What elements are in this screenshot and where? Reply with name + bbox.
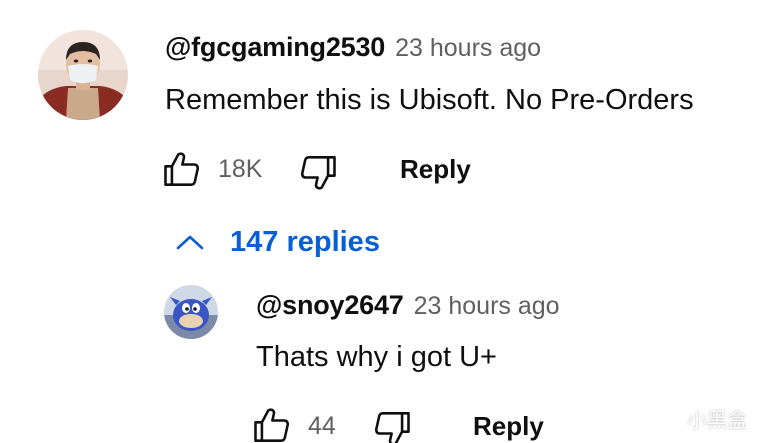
chevron-up-icon xyxy=(176,235,204,249)
reply-like-button[interactable] xyxy=(250,404,294,443)
author-avatar[interactable] xyxy=(38,30,128,120)
thumbs-up-icon xyxy=(164,152,200,186)
like-count: 18K xyxy=(218,155,263,183)
watermark: 小黑盒 xyxy=(653,403,747,433)
reply-timestamp[interactable]: 23 hours ago xyxy=(414,292,560,321)
comment-timestamp[interactable]: 23 hours ago xyxy=(395,34,541,63)
reply-button[interactable]: Reply xyxy=(400,154,471,185)
reply-text: Thats why i got U+ xyxy=(256,341,497,373)
thumbs-down-icon xyxy=(300,156,336,190)
thumbs-down-icon xyxy=(374,412,410,443)
ugandan-knuckles-avatar-icon xyxy=(164,285,218,339)
dislike-button[interactable] xyxy=(296,150,340,194)
reply-header: @snoy2647 23 hours ago xyxy=(256,290,560,321)
comment-text: Remember this is Ubisoft. No Pre-Orders xyxy=(165,84,694,116)
replies-count-label: 147 replies xyxy=(230,226,380,258)
watermark-logo-icon xyxy=(656,404,680,432)
comment-header: @fgcgaming2530 23 hours ago xyxy=(165,32,541,63)
replies-toggle[interactable]: 147 replies xyxy=(172,226,380,259)
thumbs-up-icon xyxy=(254,408,290,442)
reply-author-avatar[interactable] xyxy=(164,285,218,339)
user-photo-icon xyxy=(38,30,128,120)
reply-like-count: 44 xyxy=(308,412,336,440)
reply-author-name[interactable]: @snoy2647 xyxy=(256,290,404,321)
like-button[interactable] xyxy=(160,148,204,192)
reply-reply-button[interactable]: Reply xyxy=(473,411,544,442)
reply-dislike-button[interactable] xyxy=(370,406,414,443)
comment-thread: @fgcgaming2530 23 hours ago Remember thi… xyxy=(0,0,763,443)
watermark-text: 小黑盒 xyxy=(687,409,747,432)
author-name[interactable]: @fgcgaming2530 xyxy=(165,32,385,63)
